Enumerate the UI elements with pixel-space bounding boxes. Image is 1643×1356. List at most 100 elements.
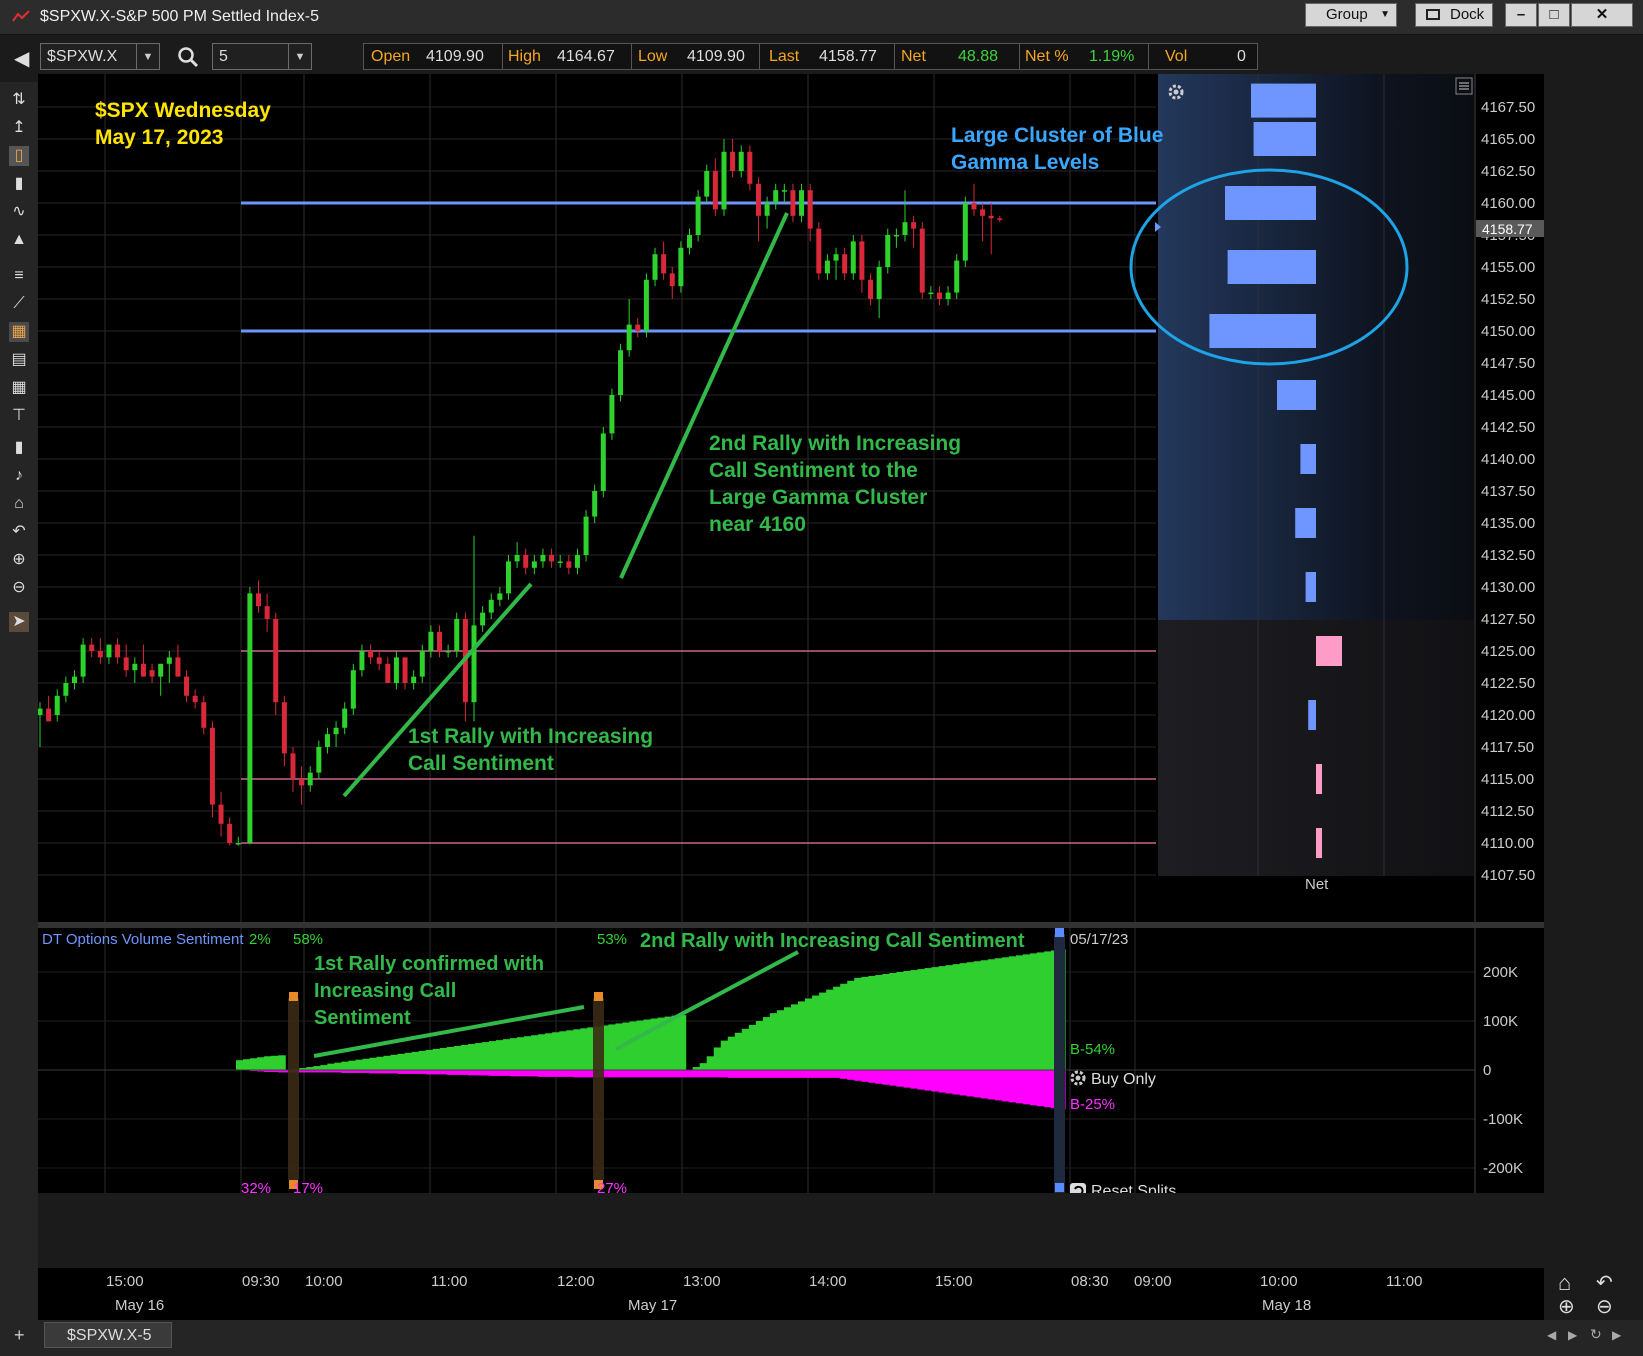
zoom-out-icon[interactable]: ⊖ — [1596, 1294, 1613, 1319]
sentiment-sell-bar — [481, 1070, 490, 1076]
quote-strip: Open 4109.90 High 4164.67 Low 4109.90 La… — [363, 43, 1258, 70]
quote-high-value: 4164.67 — [557, 48, 615, 65]
add-tab-icon[interactable]: + — [14, 1325, 25, 1346]
bookmark-icon[interactable]: ▮ — [9, 438, 29, 458]
gamma-bar — [1316, 828, 1322, 858]
candlestick-tool-icon[interactable]: ▯ — [9, 146, 29, 166]
sentiment-buy-bar — [699, 1063, 708, 1070]
sentiment-sell-bar — [833, 1070, 841, 1078]
sentiment-buy-bar — [826, 989, 834, 1070]
close-button[interactable]: ✕ — [1571, 3, 1633, 27]
current-split-zone[interactable] — [1054, 934, 1065, 1193]
gear-icon — [1070, 1070, 1086, 1086]
sentiment-sell-bar — [791, 1070, 799, 1078]
zoom-in-icon[interactable]: ⊕ — [1558, 1294, 1575, 1319]
matrix-icon[interactable]: ▦ — [9, 378, 29, 398]
minimize-button[interactable]: – — [1505, 3, 1537, 27]
candle-body — [488, 599, 494, 613]
scroll-end-icon[interactable]: ▶ — [1612, 1328, 1621, 1342]
undo-icon[interactable]: ↶ — [9, 522, 29, 542]
chevron-down-icon[interactable]: ▼ — [136, 44, 159, 69]
sell-pct-label: B-25% — [1070, 1096, 1115, 1113]
sentiment-buy-bar — [861, 976, 869, 1070]
quote-vol-value: 0 — [1237, 48, 1246, 65]
sentiment-buy-bar — [720, 1040, 729, 1070]
home-icon[interactable]: ⌂ — [9, 494, 29, 514]
zoom-in-icon[interactable]: ⊕ — [9, 550, 29, 570]
current-split-marker-top[interactable] — [1055, 928, 1064, 937]
split-zone-2[interactable] — [593, 998, 604, 1180]
candle-body — [540, 555, 546, 562]
split1-bottom-pct-b: 17% — [293, 1180, 323, 1193]
sentiment-buy-bar — [376, 1056, 385, 1070]
pointer-tool-icon[interactable]: ➤ — [9, 612, 29, 632]
sentiment-sell-bar — [474, 1070, 483, 1076]
home-icon[interactable]: ⌂ — [1558, 1270, 1571, 1296]
sentiment-buy-bar — [783, 1007, 792, 1070]
sentiment-sell-bar — [931, 1070, 940, 1092]
sentiment-buy-bar — [509, 1038, 518, 1070]
time-tick-label: 09:00 — [1134, 1273, 1172, 1290]
sentiment-sell-bar — [657, 1070, 666, 1078]
sentiment-sell-bar — [741, 1070, 750, 1078]
candle-body — [264, 606, 270, 619]
sentiment-sell-bar — [502, 1070, 511, 1076]
candle-body — [497, 593, 503, 600]
scroll-right-icon[interactable]: ▶ — [1568, 1328, 1577, 1342]
candle-body — [807, 190, 813, 229]
vertical-line-icon[interactable]: ⊤ — [9, 406, 29, 426]
candle-body — [166, 657, 172, 664]
sentiment-sell-bar — [509, 1070, 518, 1077]
undo-icon[interactable]: ↶ — [1596, 1270, 1613, 1295]
sentiment-sell-bar — [713, 1070, 722, 1078]
price-tick-label: 4155.00 — [1481, 259, 1535, 276]
table-icon[interactable]: ▤ — [9, 350, 29, 370]
time-tick-label: 12:00 — [557, 1273, 595, 1290]
grid-icon[interactable]: ▦ — [9, 322, 29, 342]
sentiment-buy-bar — [636, 1020, 645, 1070]
candle-body — [411, 676, 417, 683]
group-button[interactable]: Group ▼ — [1305, 3, 1397, 27]
split-marker-1-top[interactable] — [289, 992, 298, 1001]
sentiment-sell-bar — [945, 1070, 954, 1094]
sentiment-buy-bar — [467, 1044, 476, 1070]
sentiment-buy-bar — [348, 1060, 357, 1070]
crosshair-tool-icon[interactable]: ↥ — [9, 118, 29, 138]
refresh-icon[interactable]: ↻ — [1590, 1326, 1602, 1343]
reset-splits-button[interactable]: Reset Splits — [1070, 1183, 1176, 1193]
buy-only-toggle[interactable]: Buy Only — [1070, 1070, 1156, 1088]
sentiment-buy-bar — [1001, 957, 1010, 1070]
bar-tool-icon[interactable]: ▮ — [9, 174, 29, 194]
zoom-out-icon[interactable]: ⊖ — [9, 578, 29, 598]
trendline-icon[interactable]: ⟋ — [9, 294, 29, 314]
interval-combo[interactable]: 5 ▼ — [212, 43, 312, 70]
area-chart-icon[interactable]: ▲ — [9, 230, 29, 250]
sentiment-buy-bar — [938, 966, 947, 1070]
dock-button[interactable]: Dock — [1415, 3, 1493, 27]
fibonacci-icon[interactable]: ≡ — [9, 266, 29, 286]
symbol-combo[interactable]: $SPXW.X ▼ — [40, 43, 160, 70]
cursor-tool-icon[interactable]: ⇅ — [9, 90, 29, 110]
sentiment-buy-bar — [769, 1013, 778, 1070]
candle-body — [781, 190, 787, 192]
music-note-icon[interactable]: ♪ — [9, 466, 29, 486]
collapse-left-icon[interactable]: ◀ — [14, 46, 29, 71]
split-marker-2-top[interactable] — [594, 992, 603, 1001]
candle-body — [342, 708, 348, 728]
current-split-marker-bottom[interactable] — [1055, 1183, 1064, 1192]
search-icon[interactable] — [176, 45, 200, 69]
candle-body — [445, 651, 451, 653]
sentiment-sell-bar — [903, 1070, 912, 1088]
sentiment-buy-bar — [959, 963, 968, 1070]
tab-spxw-5[interactable]: $SPXW.X-5 — [44, 1322, 172, 1348]
split-zone-1[interactable] — [288, 998, 299, 1180]
sentiment-sell-bar — [425, 1070, 434, 1075]
candle-body — [971, 203, 977, 210]
chevron-down-icon[interactable]: ▼ — [288, 44, 311, 69]
time-tick-label: 10:00 — [1260, 1273, 1298, 1290]
line-chart-icon[interactable]: ∿ — [9, 202, 29, 222]
sentiment-buy-bar — [495, 1040, 504, 1070]
gamma-bar — [1316, 636, 1342, 666]
scroll-left-icon[interactable]: ◀ — [1547, 1328, 1556, 1342]
maximize-button[interactable]: □ — [1538, 3, 1570, 27]
